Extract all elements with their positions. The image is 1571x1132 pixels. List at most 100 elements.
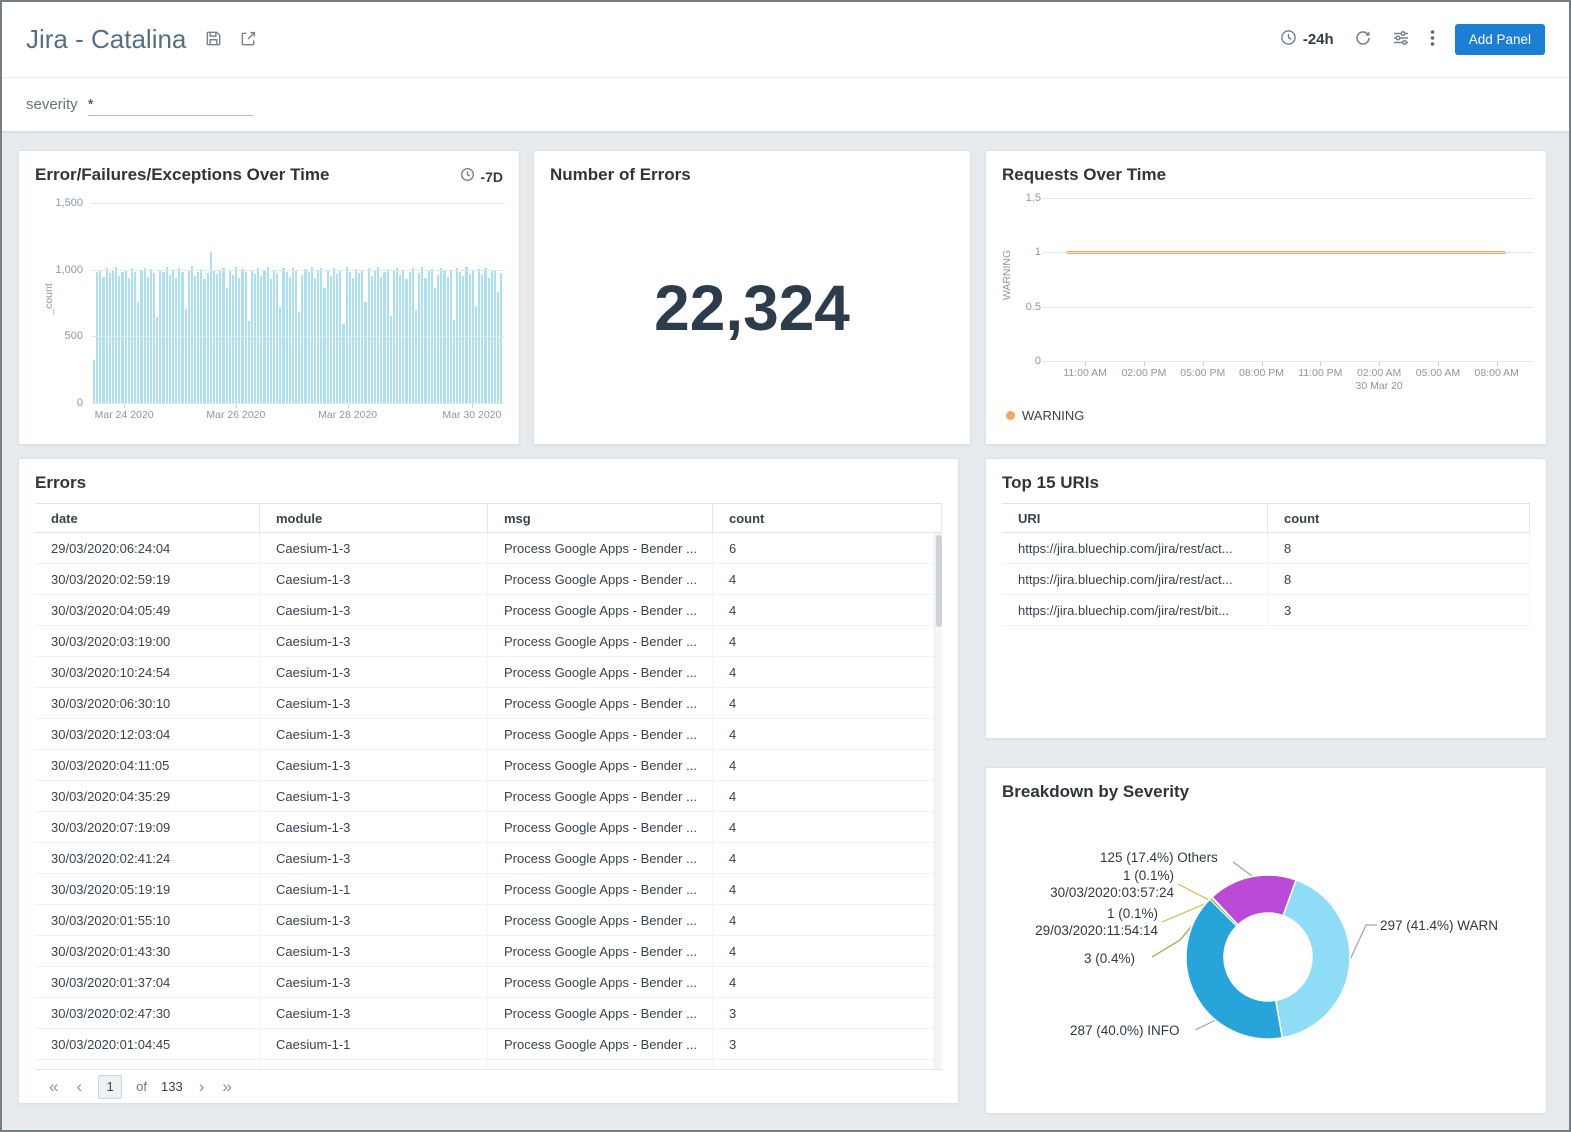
filter-settings-button[interactable] (1392, 29, 1410, 50)
prev-page-button[interactable]: ‹ (74, 1078, 84, 1095)
x-tick-mark (1144, 362, 1145, 366)
x-tick-mark (236, 404, 237, 408)
uri-row[interactable]: https://jira.bluechip.com/jira/rest/act.… (1002, 564, 1530, 595)
error-row[interactable]: 29/03/2020:06:24:04Caesium-1-3Process Go… (35, 533, 942, 564)
donut-label-line: 30/03/2020:03:57:24 (1022, 884, 1174, 901)
donut-label-others: 125 (17.4%) Others (1100, 849, 1218, 866)
severity-filter-input[interactable] (88, 94, 253, 116)
pagination-total-pages: 133 (161, 1079, 183, 1094)
cell-module: Caesium-1-3 (260, 595, 488, 625)
error-row[interactable]: 30/03/2020:01:55:10Caesium-1-3Process Go… (35, 905, 942, 936)
panel-top-uris: Top 15 URIs URI count https://jira.bluec… (985, 458, 1547, 739)
export-icon (239, 29, 258, 51)
bar (222, 268, 224, 403)
column-header-count[interactable]: count (713, 504, 942, 532)
bar (440, 268, 442, 403)
bar (93, 360, 95, 403)
x-tick-label: Mar 30 2020 (442, 409, 501, 421)
last-page-button[interactable]: » (220, 1078, 233, 1095)
add-panel-button[interactable]: Add Panel (1455, 24, 1545, 55)
x-tick-mark (1320, 362, 1321, 366)
filter-label: severity (26, 96, 78, 113)
error-row[interactable]: 30/03/2020:01:37:04Caesium-1-3Process Go… (35, 967, 942, 998)
table-header-row: date module msg count (35, 503, 942, 533)
error-row[interactable]: 30/03/2020:02:41:24Caesium-1-3Process Go… (35, 843, 942, 874)
uri-row[interactable]: https://jira.bluechip.com/jira/rest/act.… (1002, 533, 1530, 564)
export-button[interactable] (239, 29, 258, 51)
bar (298, 312, 300, 403)
error-row[interactable]: 30/03/2020:02:47:30Caesium-1-3Process Go… (35, 998, 942, 1029)
bar (137, 302, 139, 403)
scrollbar-thumb[interactable] (936, 535, 942, 627)
gridline (1043, 252, 1533, 253)
column-header-module[interactable]: module (260, 504, 488, 532)
table-scrollbar[interactable] (934, 533, 942, 1071)
kebab-menu-icon (1430, 29, 1435, 50)
x-tick-label: 05:00 PM (1180, 367, 1225, 379)
cell-uri: https://jira.bluechip.com/jira/rest/act.… (1002, 533, 1268, 563)
uri-row[interactable]: https://jira.bluechip.com/jira/rest/bit.… (1002, 595, 1530, 626)
bar (364, 302, 366, 403)
bar (245, 272, 247, 403)
error-row[interactable]: 30/03/2020:04:11:05Caesium-1-3Process Go… (35, 750, 942, 781)
cell-count: 8 (1268, 564, 1530, 594)
bar (210, 252, 212, 403)
pagination-bar: « ‹ 1 of 133 › » (35, 1069, 942, 1103)
error-row[interactable]: 30/03/2020:12:03:04Caesium-1-3Process Go… (35, 719, 942, 750)
label-connector-others (1233, 862, 1252, 876)
panel-title: Errors (19, 459, 958, 493)
bar (352, 278, 354, 403)
dashboard-time-range[interactable]: -24h (1280, 29, 1334, 51)
column-header-date[interactable]: date (35, 504, 260, 532)
time-range-label: -24h (1303, 31, 1334, 48)
bar (311, 267, 313, 403)
bar (465, 267, 467, 403)
cell-msg: Process Google Apps - Bender ... (488, 936, 713, 966)
bar (459, 272, 461, 403)
bar (383, 272, 385, 403)
bar (248, 321, 250, 403)
cell-msg: Process Google Apps - Bender ... (488, 843, 713, 873)
error-row[interactable]: 30/03/2020:07:19:09Caesium-1-3Process Go… (35, 812, 942, 843)
error-row[interactable]: 30/03/2020:03:19:00Caesium-1-3Process Go… (35, 626, 942, 657)
x-tick-mark (472, 404, 473, 408)
bar (238, 278, 240, 403)
error-row[interactable]: 30/03/2020:10:24:54Caesium-1-3Process Go… (35, 657, 942, 688)
error-row[interactable]: 30/03/2020:04:35:29Caesium-1-3Process Go… (35, 781, 942, 812)
cell-msg: Process Google Apps - Bender ... (488, 719, 713, 749)
column-header-msg[interactable]: msg (488, 504, 713, 532)
bar (390, 316, 392, 403)
next-page-button[interactable]: › (197, 1078, 207, 1095)
bar (415, 310, 417, 403)
error-row[interactable]: 30/03/2020:01:43:30Caesium-1-3Process Go… (35, 936, 942, 967)
more-options-button[interactable] (1430, 29, 1435, 50)
pagination-of-label: of (136, 1079, 147, 1094)
top-bar: Jira - Catalina (2, 2, 1569, 78)
panel-time-range[interactable]: -7D (460, 151, 519, 187)
first-page-button[interactable]: « (47, 1078, 60, 1095)
x-tick-mark (1262, 362, 1263, 366)
error-row[interactable]: 30/03/2020:02:59:19Caesium-1-3Process Go… (35, 564, 942, 595)
bar (134, 272, 136, 403)
bar (118, 276, 120, 403)
error-row[interactable]: 30/03/2020:04:05:49Caesium-1-3Process Go… (35, 595, 942, 626)
save-button[interactable] (204, 29, 223, 51)
dashboard-title: Jira - Catalina (26, 24, 186, 55)
x-tick-label: 05:00 AM (1416, 367, 1460, 379)
donut-label-info: 287 (40.0%) INFO (1070, 1022, 1180, 1039)
legend-label: WARNING (1022, 408, 1084, 423)
error-row[interactable]: 30/03/2020:01:04:45Caesium-1-1Process Go… (35, 1029, 942, 1060)
error-row[interactable]: 30/03/2020:06:30:10Caesium-1-3Process Go… (35, 688, 942, 719)
cell-msg: Process Google Apps - Bender ... (488, 626, 713, 656)
cell-module: Caesium-1-3 (260, 750, 488, 780)
current-page-input[interactable]: 1 (98, 1075, 122, 1099)
cell-count: 4 (713, 843, 942, 873)
chart-legend[interactable]: WARNING (1006, 408, 1084, 423)
error-row[interactable]: 30/03/2020:05:19:19Caesium-1-1Process Go… (35, 874, 942, 905)
column-header-uri[interactable]: URI (1002, 504, 1268, 532)
cell-date: 30/03/2020:02:47:30 (35, 998, 260, 1028)
label-connector-warn (1349, 925, 1377, 962)
column-header-count[interactable]: count (1268, 504, 1530, 532)
clock-icon (460, 167, 475, 187)
refresh-button[interactable] (1354, 29, 1372, 50)
